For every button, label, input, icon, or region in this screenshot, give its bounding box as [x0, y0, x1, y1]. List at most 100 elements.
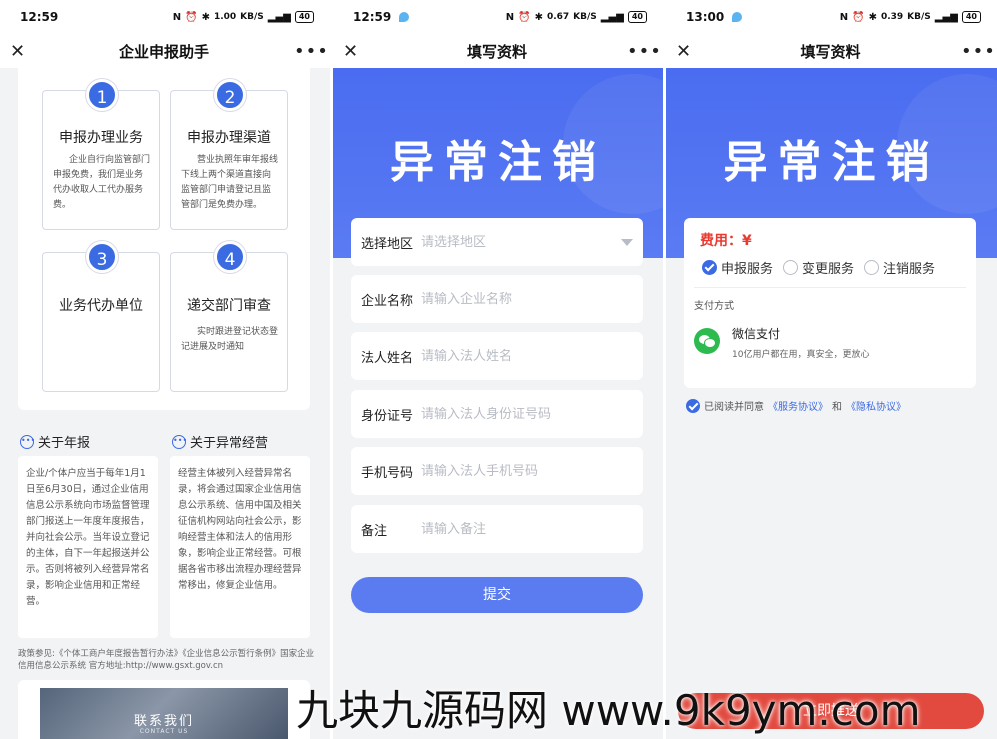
payment-method-label: 支付方式	[694, 301, 734, 312]
network-speed: 1.00	[213, 12, 237, 22]
fee-label: 费用：¥	[700, 233, 752, 249]
submit-button[interactable]: 提交	[351, 577, 643, 613]
company-name-field[interactable]: 企业名称	[351, 275, 643, 323]
info-title: 关于年报	[38, 436, 91, 451]
legal-person-input[interactable]	[421, 348, 633, 364]
info-icon: •••	[20, 434, 35, 449]
notification-icon	[732, 12, 743, 22]
page-title: 企业申报助手	[118, 42, 209, 61]
alarm-icon: ⏰	[185, 11, 198, 23]
legal-person-field[interactable]: 法人姓名	[351, 332, 643, 380]
signal-icon: ▂▄▆	[267, 11, 291, 23]
divider	[694, 287, 966, 288]
region-select[interactable]: 选择地区	[351, 218, 643, 266]
wechat-pay-desc: 10亿用户都在用，真安全，更放心	[732, 350, 870, 360]
step-number: 4	[214, 241, 246, 273]
battery-icon: 40	[294, 11, 314, 23]
remark-input[interactable]	[421, 521, 633, 537]
field-label: 手机号码	[361, 465, 414, 481]
network-speed: 0.67	[546, 12, 570, 22]
step-title: 业务代办单位	[59, 298, 143, 314]
agree-and: 和	[832, 402, 842, 413]
step-desc: 实时跟进登记状态登记进展及时通知	[181, 327, 279, 352]
id-number-field[interactable]: 身份证号	[351, 390, 643, 438]
network-unit: KB/S	[573, 12, 597, 22]
agreement-row: 已阅读并同意 《服务协议》 和 《隐私协议》	[686, 398, 906, 413]
check-icon[interactable]	[702, 260, 717, 275]
panel-fill-form: 12:59 N ⏰ ✱ 0.67 KB/S ▂▄▆ 40 ✕ 填写资料 ••• …	[333, 0, 663, 739]
alarm-icon: ⏰	[852, 11, 865, 23]
status-bar: 12:59 N ⏰ ✱ 0.67 KB/S ▂▄▆ 40	[333, 0, 663, 34]
wechat-pay-name[interactable]: 微信支付	[732, 325, 780, 342]
nav-bar: ✕ 填写资料 •••	[666, 34, 997, 68]
contact-title: 联系我们	[133, 714, 194, 729]
banner-title: 异常注销	[723, 137, 940, 188]
step-title: 申报办理业务	[59, 130, 143, 146]
company-name-input[interactable]	[421, 291, 633, 307]
network-speed: 0.39	[880, 12, 904, 22]
step-number: 2	[214, 79, 246, 111]
field-label: 选择地区	[361, 236, 414, 252]
agree-prefix: 已阅读并同意	[704, 402, 764, 413]
battery-icon: 40	[627, 11, 647, 23]
info-box-annual-report: 企业/个体户应当于每年1月1日至6月30日，通过企业信用信息公示系统向市场监督管…	[18, 456, 158, 638]
field-label: 企业名称	[361, 293, 414, 309]
status-time: 12:59	[20, 10, 59, 24]
status-bar: 12:59 N ⏰ ✱ 1.00 KB/S ▂▄▆ 40	[0, 0, 330, 34]
more-icon[interactable]: •••	[294, 41, 328, 62]
network-unit: KB/S	[907, 12, 931, 22]
service-label: 申报服务	[721, 262, 774, 277]
service-option-change[interactable]: 变更服务	[783, 258, 854, 277]
region-input[interactable]	[421, 234, 621, 250]
info-box-abnormal: 经营主体被列入经营异常名录，将会通过国家企业信用信息公示系统、信用中国及相关征信…	[170, 456, 310, 638]
page-title: 填写资料	[800, 42, 861, 61]
nav-bar: ✕ 填写资料 •••	[333, 34, 663, 68]
step-card-1: 1 申报办理业务 企业自行向监管部门申报免费，我们是业务代办收取人工代办服务费。	[42, 79, 160, 230]
watermark: 九块九源码网 www.9k9ym.com	[296, 686, 921, 735]
step-card-4: 4 递交部门审查 实时跟进登记状态登记进展及时通知	[170, 241, 288, 392]
banner-title: 异常注销	[390, 137, 606, 188]
close-icon[interactable]: ✕	[676, 41, 700, 62]
policy-reference: 政策参见:《个体工商户年度报告暂行办法》《企业信息公示暂行条例》国家企业信用信息…	[18, 649, 315, 671]
remark-field[interactable]: 备注	[351, 505, 643, 553]
step-desc: 企业自行向监管部门申报免费，我们是业务代办收取人工代办服务费。	[53, 155, 151, 210]
info-heading-abnormal: ••• 关于异常经营	[172, 432, 268, 451]
step-card-3: 3 业务代办单位	[42, 241, 160, 392]
service-option-cancel[interactable]: 注销服务	[864, 258, 935, 277]
contact-subtitle: CONTACT US	[139, 728, 189, 735]
service-option-declare[interactable]: 申报服务	[702, 258, 773, 277]
info-heading-annual-report: ••• 关于年报	[20, 432, 90, 451]
info-icon: •••	[172, 434, 187, 449]
status-bar: 13:00 N ⏰ ✱ 0.39 KB/S ▂▄▆ 40	[666, 0, 997, 34]
field-label: 身份证号	[361, 408, 414, 424]
phone-field[interactable]: 手机号码	[351, 447, 643, 495]
step-title: 递交部门审查	[187, 298, 271, 314]
close-icon[interactable]: ✕	[10, 41, 34, 62]
more-icon[interactable]: •••	[627, 41, 661, 62]
step-title: 申报办理渠道	[187, 130, 271, 146]
radio-icon[interactable]	[783, 260, 799, 275]
status-time: 12:59	[353, 10, 392, 24]
more-icon[interactable]: •••	[961, 41, 995, 62]
field-label: 备注	[361, 523, 388, 539]
id-number-input[interactable]	[421, 406, 633, 422]
privacy-agreement-link[interactable]: 《隐私协议》	[846, 398, 906, 413]
contact-card[interactable]: 联系我们 CONTACT US	[18, 680, 310, 739]
phone-input[interactable]	[421, 463, 633, 479]
service-label: 变更服务	[802, 262, 855, 277]
screenshot-collage: 12:59 N ⏰ ✱ 1.00 KB/S ▂▄▆ 40 ✕ 企业申报助手 ••…	[0, 0, 997, 739]
notification-icon	[399, 12, 410, 22]
alarm-icon: ⏰	[518, 11, 531, 23]
bluetooth-icon: ✱	[868, 11, 877, 23]
step-desc: 营业执照年审年报线下线上两个渠道直接向监管部门申请登记且监管部门是免费办理。	[181, 155, 279, 210]
service-options: 申报服务 变更服务 注销服务	[702, 258, 935, 277]
payment-card: 费用：¥ 申报服务 变更服务 注销服务 支付方式 微信支付 10亿用户都在用，真…	[684, 218, 976, 388]
chevron-down-icon[interactable]	[621, 238, 633, 246]
wechat-icon[interactable]	[694, 328, 720, 354]
close-icon[interactable]: ✕	[343, 41, 367, 62]
service-agreement-link[interactable]: 《服务协议》	[768, 398, 828, 413]
nfc-icon: N	[839, 11, 849, 23]
radio-icon[interactable]	[864, 260, 880, 275]
check-icon[interactable]	[686, 398, 700, 413]
steps-card: 1 申报办理业务 企业自行向监管部门申报免费，我们是业务代办收取人工代办服务费。…	[18, 68, 310, 410]
